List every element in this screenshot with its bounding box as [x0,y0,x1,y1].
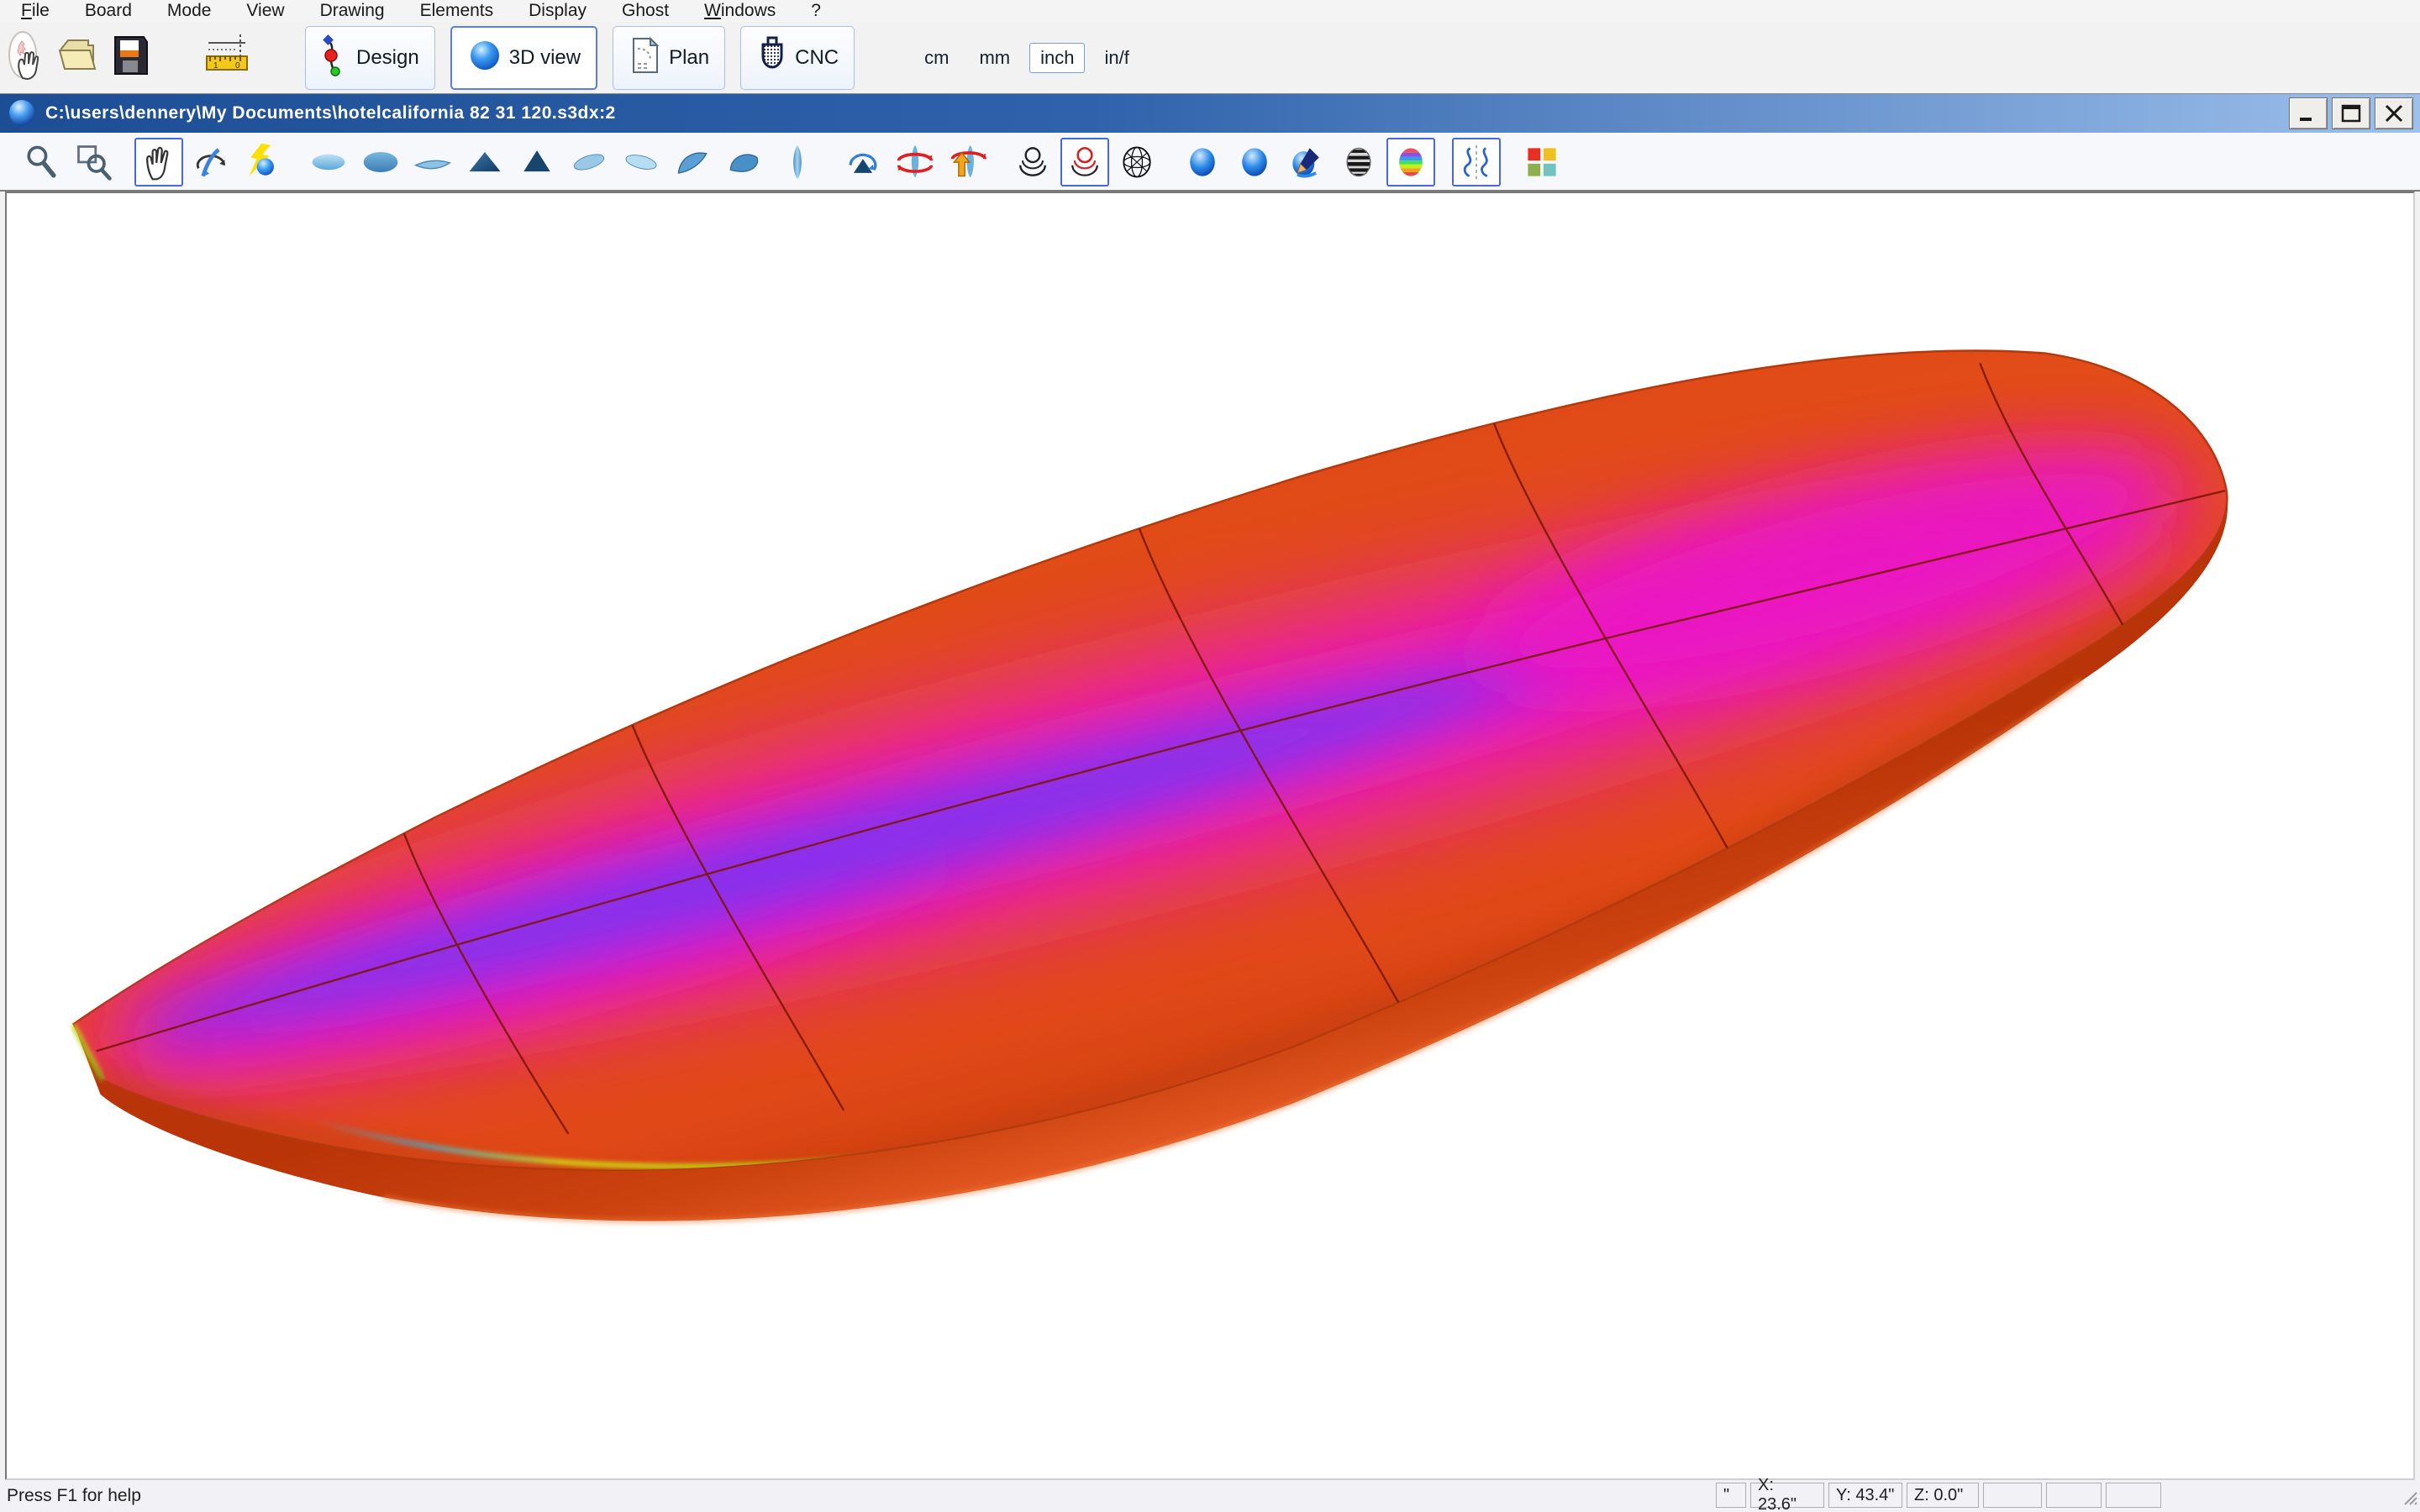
cnc-bit-icon [756,34,788,81]
menu-board[interactable]: Board [67,0,150,22]
view-toolbar [0,133,2420,192]
status-x-panel: X: 23.6" [1750,1483,1824,1508]
3d-view-mode-label: 3D view [509,46,581,70]
menu-ghost[interactable]: Ghost [604,0,687,22]
status-coordinate-panels: " X: 23.6" Y: 43.4" Z: 0.0" [1716,1483,2161,1508]
status-y-panel: Y: 43.4" [1828,1483,1902,1508]
cnc-mode-button[interactable]: CNC [740,26,855,90]
menu-elements[interactable]: Elements [402,0,512,22]
view-slice-blob-button[interactable] [721,138,770,186]
statusbar: Press F1 for help " X: 23.6" Y: 43.4" Z:… [0,1480,2420,1512]
status-empty-panel [2106,1483,2161,1508]
unit-switcher: cm mm inch in/f [913,43,1140,73]
measurements-button[interactable]: 1 0 [203,26,255,90]
slices-rings-red-button[interactable] [1060,138,1109,186]
wireframe-sphere-button[interactable] [1113,138,1161,186]
new-board-button[interactable] [0,26,52,90]
zoom-region-button[interactable] [69,138,118,186]
3d-view-mode-button[interactable]: 3D view [450,26,597,90]
surfboard-3d-render [7,193,2413,1478]
rotate-horizontal-button[interactable] [891,138,939,186]
svg-text:1: 1 [213,61,218,71]
maximize-button[interactable] [2332,97,2370,129]
view-rocker-button[interactable] [408,138,457,186]
menu-display[interactable]: Display [511,0,604,22]
render-edit-button[interactable] [1282,138,1331,186]
document-title: C:\users\dennery\My Documents\hotelcalif… [45,103,2285,123]
view-front-button[interactable] [773,138,822,186]
light-button[interactable] [239,138,287,186]
minimize-button[interactable] [2289,97,2328,129]
app-window: File Board Mode View Drawing Elements Di… [0,0,2420,1512]
menu-drawing[interactable]: Drawing [302,0,402,22]
render-curvature-rainbow-button[interactable] [1386,138,1435,186]
document-sphere-icon [7,97,37,131]
plan-mode-button[interactable]: Plan [613,26,725,90]
status-empty-panel [1983,1483,2042,1508]
render-zebra-button[interactable] [1334,138,1383,186]
plan-document-icon [629,35,662,80]
cnc-mode-label: CNC [795,46,839,70]
save-disk-icon [108,32,152,83]
color-panels-button[interactable] [1518,138,1566,186]
menubar: File Board Mode View Drawing Elements Di… [0,0,2420,22]
rotate-3d-button[interactable] [187,138,235,186]
render-smooth-button[interactable] [1230,138,1279,186]
design-mode-label: Design [356,46,419,70]
slices-rings-button[interactable] [1008,138,1057,186]
rotate-flip-vertical-button[interactable] [839,138,887,186]
document-titlebar: C:\users\dennery\My Documents\hotelcalif… [0,94,2420,133]
save-button[interactable] [104,26,156,90]
view-outline-button[interactable] [304,138,353,186]
menu-windows[interactable]: Windows [687,0,793,22]
resize-grip[interactable] [2402,1489,2418,1510]
main-toolbar: 1 0 Design [0,22,2420,94]
close-button[interactable] [2375,97,2413,129]
sphere-3d-icon [467,38,502,77]
view-outline-filled-button[interactable] [356,138,405,186]
translate-vertical-button[interactable] [943,138,992,186]
view-thickness-button[interactable] [460,138,509,186]
ruler-icon: 1 0 [203,31,254,84]
open-button[interactable] [52,26,104,90]
viewport-3d-canvas[interactable] [5,192,2415,1480]
open-folder-icon [55,32,102,83]
render-flat-button[interactable] [1178,138,1227,186]
status-unit-panel: " [1716,1483,1746,1508]
board-hand-icon [3,29,50,86]
plan-mode-label: Plan [669,46,709,70]
menu-help[interactable]: ? [793,0,839,22]
design-mode-button[interactable]: Design [305,26,435,90]
status-z-panel: Z: 0.0" [1907,1483,1979,1508]
menu-mode[interactable]: Mode [150,0,229,22]
view-profile-right-button[interactable] [617,138,666,186]
unit-inf-button[interactable]: in/f [1093,43,1139,73]
menu-view[interactable]: View [229,0,302,22]
curvature-profile-button[interactable] [1452,138,1501,186]
view-profile-left-button[interactable] [565,138,613,186]
unit-cm-button[interactable]: cm [913,43,960,73]
pan-button[interactable] [134,138,183,186]
view-slice-curve-button[interactable] [669,138,718,186]
svg-text:0: 0 [235,61,240,71]
view-thickness-dark-button[interactable] [513,138,561,186]
design-curve-icon [321,34,350,81]
zoom-button[interactable] [17,138,66,186]
status-empty-panel [2046,1483,2102,1508]
status-help-text: Press F1 for help [7,1486,141,1506]
menu-file[interactable]: File [3,0,67,22]
unit-inch-button[interactable]: inch [1029,43,1085,73]
unit-mm-button[interactable]: mm [968,43,1021,73]
